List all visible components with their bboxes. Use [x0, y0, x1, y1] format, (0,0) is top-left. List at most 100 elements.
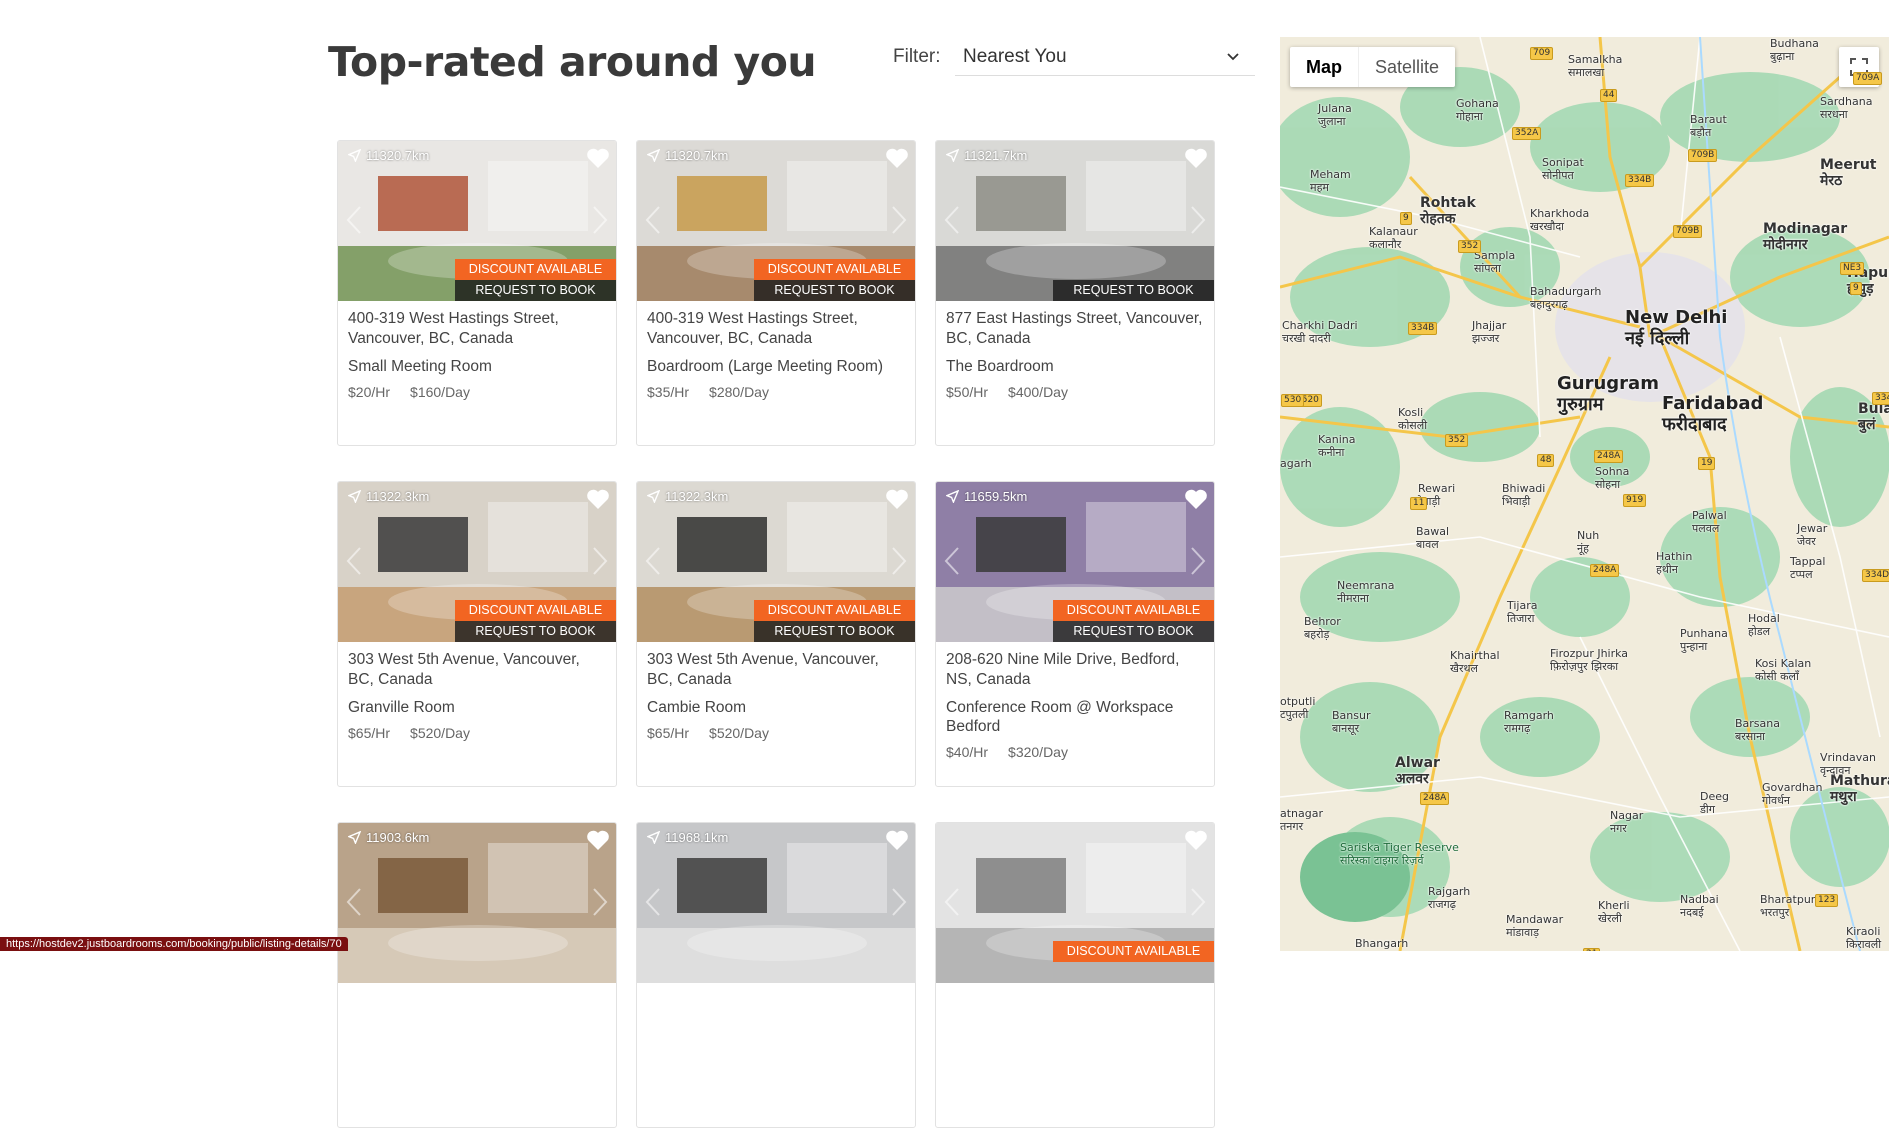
- road-shield: 248A: [1420, 792, 1450, 805]
- favorite-heart-icon[interactable]: [885, 147, 909, 169]
- map-label-nuh: Nuh नूंह: [1577, 529, 1600, 555]
- listing-card[interactable]: 11322.3km DISCOUNT AVAILABLE REQUEST TO BO…: [636, 481, 916, 787]
- discount-badge: DISCOUNT AVAILABLE: [754, 600, 915, 621]
- map-type-map-button[interactable]: Map: [1290, 47, 1358, 87]
- carousel-next-icon[interactable]: [1190, 546, 1206, 576]
- favorite-heart-icon[interactable]: [1184, 147, 1208, 169]
- listing-photo[interactable]: 11322.3km DISCOUNT AVAILABLE REQUEST TO BO…: [637, 482, 915, 642]
- carousel-next-icon[interactable]: [891, 546, 907, 576]
- carousel-next-icon[interactable]: [891, 205, 907, 235]
- listing-photo[interactable]: 11322.3km DISCOUNT AVAILABLE REQUEST TO BO…: [338, 482, 616, 642]
- listing-card[interactable]: DISCOUNT AVAILABLE: [935, 822, 1215, 1128]
- map-label-faridabad: Faridabad फरीदाबाद: [1662, 393, 1764, 435]
- map-label-kalanaur: Kalanaur कलानौर: [1369, 225, 1418, 251]
- carousel-next-icon[interactable]: [592, 887, 608, 917]
- listing-photo[interactable]: 11320.7km DISCOUNT AVAILABLE REQUEST TO BO…: [637, 141, 915, 301]
- map-label-sampla: Sampla सांपला: [1474, 249, 1516, 275]
- road-shield: 248A: [1590, 564, 1620, 577]
- map-label-mathura: Mathuraमथुरा: [1830, 773, 1889, 805]
- road-shield: 9: [1400, 212, 1412, 225]
- carousel-prev-icon[interactable]: [346, 205, 362, 235]
- listing-photo-image: [338, 823, 616, 983]
- favorite-heart-icon[interactable]: [1184, 829, 1208, 851]
- carousel-next-icon[interactable]: [1190, 887, 1206, 917]
- listing-card[interactable]: 11903.6km: [337, 822, 617, 1128]
- map-canvas[interactable]: [1280, 37, 1889, 951]
- price-per-day: $520/Day: [410, 725, 470, 741]
- price-per-day: $160/Day: [410, 384, 470, 400]
- listing-photo[interactable]: 11903.6km: [338, 823, 616, 983]
- favorite-heart-icon[interactable]: [885, 488, 909, 510]
- map-label-nagar: Nagar नगर: [1610, 809, 1644, 835]
- distance-text: 11322.3km: [366, 489, 430, 504]
- map-label-new-delhi: New Delhi नई दिल्ली: [1625, 307, 1728, 349]
- discount-badge: DISCOUNT AVAILABLE: [1053, 600, 1214, 621]
- filter-select[interactable]: Nearest You: [955, 36, 1255, 76]
- favorite-heart-icon[interactable]: [586, 829, 610, 851]
- map-label-palwal: Palwal पलवल: [1692, 509, 1727, 535]
- distance-text: 11903.6km: [366, 830, 430, 845]
- map-label-kotputli: otputli टपुतली: [1280, 695, 1316, 721]
- carousel-prev-icon[interactable]: [944, 205, 960, 235]
- listing-room-name[interactable]: The Boardroom: [946, 357, 1206, 376]
- listing-photo[interactable]: 11968.1km: [637, 823, 915, 983]
- listing-room-name[interactable]: Conference Room @ Workspace Bedford: [946, 698, 1206, 736]
- distance-text: 11659.5km: [964, 489, 1028, 504]
- filter-label: Filter:: [893, 46, 941, 67]
- listing-card[interactable]: 11321.7km REQUEST TO BOOK 877 East Hasting…: [935, 140, 1215, 446]
- price-per-hour: $40/Hr: [946, 744, 989, 760]
- map-label-kiraoli: Kiraoli किरावली: [1846, 925, 1882, 951]
- listing-card[interactable]: 11320.7km DISCOUNT AVAILABLE REQUEST TO BO…: [337, 140, 617, 446]
- carousel-prev-icon[interactable]: [645, 546, 661, 576]
- price-per-hour: $65/Hr: [348, 725, 391, 741]
- listing-photo[interactable]: 11320.7km DISCOUNT AVAILABLE REQUEST TO BO…: [338, 141, 616, 301]
- listing-room-name[interactable]: Granville Room: [348, 698, 608, 717]
- distance-text: 11321.7km: [964, 148, 1028, 163]
- road-shield: 334D: [1862, 569, 1889, 582]
- map-label-bansur: Bansur बानसूर: [1332, 709, 1371, 735]
- map-label-kosi-kalan: Kosi Kalan कोसी कलाँ: [1755, 657, 1812, 683]
- map-label-govardhan: Govardhan गोवर्धन: [1762, 781, 1823, 807]
- carousel-next-icon[interactable]: [592, 546, 608, 576]
- favorite-heart-icon[interactable]: [586, 488, 610, 510]
- listing-room-name[interactable]: Cambie Room: [647, 698, 907, 717]
- favorite-heart-icon[interactable]: [1184, 488, 1208, 510]
- request-to-book-badge: REQUEST TO BOOK: [455, 280, 616, 301]
- road-shield: 11: [1410, 497, 1428, 510]
- map-label-tappal: Tappal टप्पल: [1790, 555, 1826, 581]
- map[interactable]: Map Satellite New Delhi नई दिल्ली Gurugra…: [1280, 37, 1889, 951]
- listing-room-name[interactable]: Boardroom (Large Meeting Room): [647, 357, 907, 376]
- carousel-prev-icon[interactable]: [645, 887, 661, 917]
- carousel-next-icon[interactable]: [592, 205, 608, 235]
- listing-photo[interactable]: DISCOUNT AVAILABLE: [936, 823, 1214, 983]
- carousel-prev-icon[interactable]: [346, 546, 362, 576]
- listing-address: 400-319 West Hastings Street, Vancouver,…: [348, 310, 559, 347]
- carousel-prev-icon[interactable]: [944, 887, 960, 917]
- listing-card[interactable]: 11322.3km DISCOUNT AVAILABLE REQUEST TO BO…: [337, 481, 617, 787]
- map-label-tijara: Tijara तिजारा: [1507, 599, 1538, 625]
- map-label-charkhi-dadri: Charkhi Dadri चरखी दादरी: [1282, 319, 1358, 345]
- favorite-heart-icon[interactable]: [885, 829, 909, 851]
- listing-photo[interactable]: 11321.7km REQUEST TO BOOK: [936, 141, 1214, 301]
- carousel-next-icon[interactable]: [1190, 205, 1206, 235]
- navigation-arrow-icon: [348, 149, 361, 162]
- favorite-heart-icon[interactable]: [586, 147, 610, 169]
- carousel-prev-icon[interactable]: [645, 205, 661, 235]
- navigation-arrow-icon: [647, 831, 660, 844]
- price-per-hour: $65/Hr: [647, 725, 690, 741]
- map-type-satellite-button[interactable]: Satellite: [1358, 47, 1455, 87]
- page-title: Top-rated around you: [328, 38, 817, 86]
- carousel-prev-icon[interactable]: [346, 887, 362, 917]
- map-label-bhangarh: Bhangarh: [1355, 937, 1409, 950]
- map-label-kanina: Kanina कनीना: [1318, 433, 1356, 459]
- listing-photo[interactable]: 11659.5km DISCOUNT AVAILABLE REQUEST TO BO…: [936, 482, 1214, 642]
- listing-card[interactable]: 11968.1km: [636, 822, 916, 1128]
- listing-card[interactable]: 11320.7km DISCOUNT AVAILABLE REQUEST TO BO…: [636, 140, 916, 446]
- carousel-next-icon[interactable]: [891, 887, 907, 917]
- carousel-prev-icon[interactable]: [944, 546, 960, 576]
- road-shield: NE3: [1840, 262, 1865, 275]
- price-per-day: $520/Day: [709, 725, 769, 741]
- listing-card[interactable]: 11659.5km DISCOUNT AVAILABLE REQUEST TO BO…: [935, 481, 1215, 787]
- listing-room-name[interactable]: Small Meeting Room: [348, 357, 608, 376]
- map-label-rohtak: Rohtak रोहतक: [1420, 195, 1476, 227]
